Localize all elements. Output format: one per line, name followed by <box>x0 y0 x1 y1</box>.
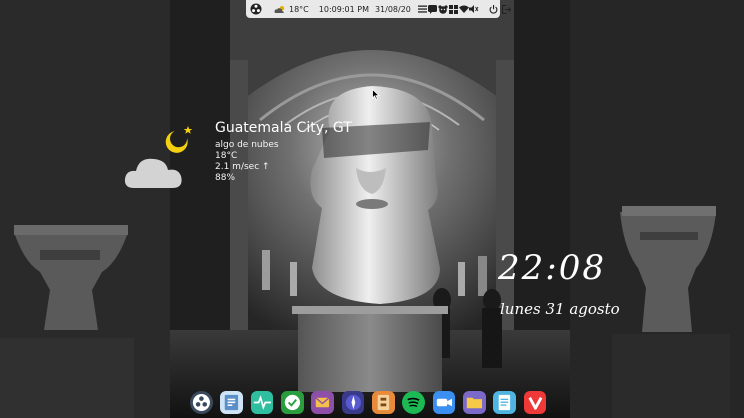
mail-icon[interactable] <box>311 390 335 414</box>
top-panel: 18°C 10:09:01 PM 31/08/20 <box>246 0 511 18</box>
volume-icon[interactable] <box>468 5 479 13</box>
vivaldi-icon[interactable] <box>523 390 547 414</box>
panel-date[interactable]: 31/08/20 <box>375 5 411 14</box>
cloud-icon <box>274 5 286 14</box>
panel-clock[interactable]: 10:09:01 PM <box>319 5 369 14</box>
text-editor-icon[interactable] <box>493 390 517 414</box>
system-menu-icon[interactable] <box>250 2 262 16</box>
weather-condition: algo de nubes <box>215 140 279 150</box>
video-call-icon[interactable] <box>432 390 456 414</box>
chat-bubble-icon[interactable] <box>427 4 437 14</box>
launchpad-icon[interactable] <box>190 390 213 414</box>
power-icon[interactable] <box>489 4 498 14</box>
spotify-icon[interactable] <box>402 390 426 414</box>
files-icon[interactable] <box>220 390 244 414</box>
system-monitor-icon[interactable] <box>250 390 274 414</box>
panel-temperature: 18°C <box>289 4 309 14</box>
weather-widget: Guatemala City, GT algo de nubes 18°C 2.… <box>124 120 364 190</box>
compass-icon[interactable] <box>341 390 365 414</box>
bear-face-icon[interactable] <box>438 4 448 14</box>
desktop-wallpaper <box>0 0 744 418</box>
logout-icon[interactable] <box>501 4 511 14</box>
weather-humidity: 88% <box>215 173 236 183</box>
folder-icon[interactable] <box>462 390 486 414</box>
mouse-cursor-icon <box>372 89 380 100</box>
desktop-clock-time: 22:08 <box>498 248 606 288</box>
archive-manager-icon[interactable] <box>371 390 395 414</box>
weather-temperature: 18°C <box>215 151 238 161</box>
weather-city: Guatemala City, GT <box>215 120 352 136</box>
weather-wind: 2.1 m/sec ↑ <box>215 162 270 172</box>
grid-icon[interactable] <box>448 4 458 14</box>
menu-lines-icon[interactable] <box>417 5 427 13</box>
software-center-icon[interactable] <box>280 390 304 414</box>
partly-cloudy-night-icon <box>124 126 193 188</box>
wifi-icon[interactable] <box>458 5 469 13</box>
desktop-clock-date: lunes 31 agosto <box>500 300 620 318</box>
dock <box>190 386 554 418</box>
